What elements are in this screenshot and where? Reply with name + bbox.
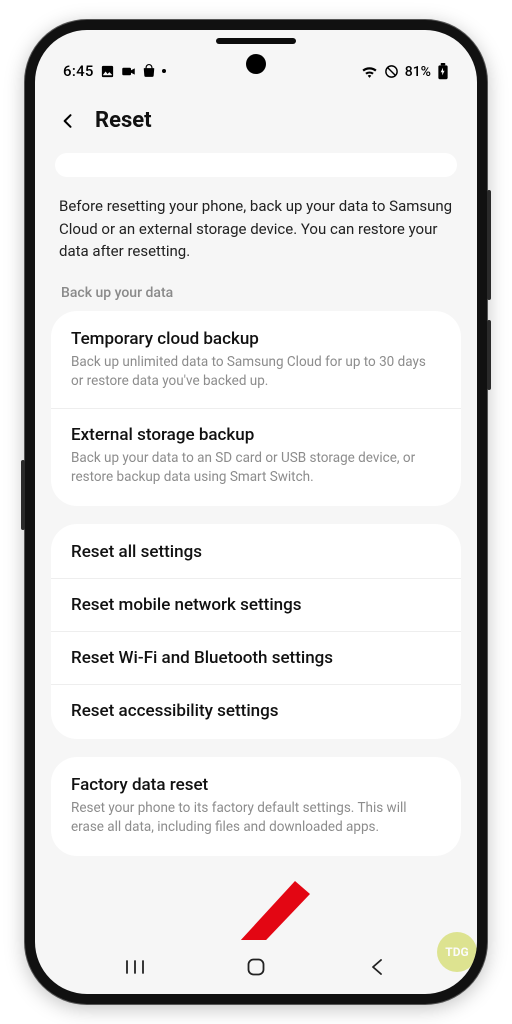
status-time: 6:45: [63, 62, 94, 80]
factory-group: Factory data reset Reset your phone to i…: [51, 757, 461, 856]
shop-icon: [142, 64, 156, 78]
phone-frame: 6:45 81%: [25, 20, 487, 1004]
page-title: Reset: [95, 108, 152, 133]
battery-icon: [437, 63, 449, 80]
previous-card-stub: [55, 153, 457, 177]
section-label-backup: Back up your data: [51, 279, 461, 311]
item-subtitle: Back up your data to an SD card or USB s…: [71, 449, 441, 488]
item-title: Reset all settings: [71, 542, 441, 562]
power-button: [487, 320, 491, 390]
intro-text: Before resetting your phone, back up you…: [51, 195, 461, 279]
item-subtitle: Reset your phone to its factory default …: [71, 799, 441, 838]
status-left: 6:45: [63, 62, 166, 80]
do-not-disturb-icon: [384, 64, 399, 79]
back-button[interactable]: [57, 110, 79, 132]
more-notifications-dot: [162, 69, 166, 73]
annotation-arrow: [175, 869, 315, 940]
item-external-storage-backup[interactable]: External storage backup Back up your dat…: [51, 408, 461, 504]
page-header: Reset: [35, 82, 477, 147]
item-title: Reset mobile network settings: [71, 595, 441, 615]
item-title: External storage backup: [71, 425, 441, 445]
watermark-badge: TDG: [437, 932, 477, 972]
item-factory-data-reset[interactable]: Factory data reset Reset your phone to i…: [51, 759, 461, 854]
wifi-icon: [361, 65, 378, 78]
backup-group: Temporary cloud backup Back up unlimited…: [51, 311, 461, 506]
nav-back-button[interactable]: [362, 957, 392, 977]
screen: 6:45 81%: [35, 30, 477, 994]
item-title: Factory data reset: [71, 775, 441, 795]
nav-bar: [35, 940, 477, 994]
item-title: Reset accessibility settings: [71, 701, 441, 721]
nav-recents-button[interactable]: [120, 957, 150, 977]
item-subtitle: Back up unlimited data to Samsung Cloud …: [71, 353, 441, 392]
battery-percent: 81%: [405, 64, 431, 80]
side-button-left: [21, 460, 25, 530]
nav-home-button[interactable]: [241, 957, 271, 977]
item-title: Temporary cloud backup: [71, 329, 441, 349]
content: Before resetting your phone, back up you…: [35, 147, 477, 940]
camera-punch-hole: [246, 54, 266, 74]
speaker-notch: [216, 38, 296, 44]
reset-group: Reset all settings Reset mobile network …: [51, 524, 461, 739]
status-right: 81%: [361, 63, 449, 80]
item-reset-all-settings[interactable]: Reset all settings: [51, 526, 461, 578]
item-temporary-cloud-backup[interactable]: Temporary cloud backup Back up unlimited…: [51, 313, 461, 408]
gallery-icon: [100, 64, 115, 79]
item-reset-mobile-network[interactable]: Reset mobile network settings: [51, 578, 461, 631]
video-icon: [121, 65, 136, 78]
volume-button: [487, 190, 491, 300]
item-reset-accessibility[interactable]: Reset accessibility settings: [51, 684, 461, 737]
item-title: Reset Wi-Fi and Bluetooth settings: [71, 648, 441, 668]
item-reset-wifi-bluetooth[interactable]: Reset Wi-Fi and Bluetooth settings: [51, 631, 461, 684]
